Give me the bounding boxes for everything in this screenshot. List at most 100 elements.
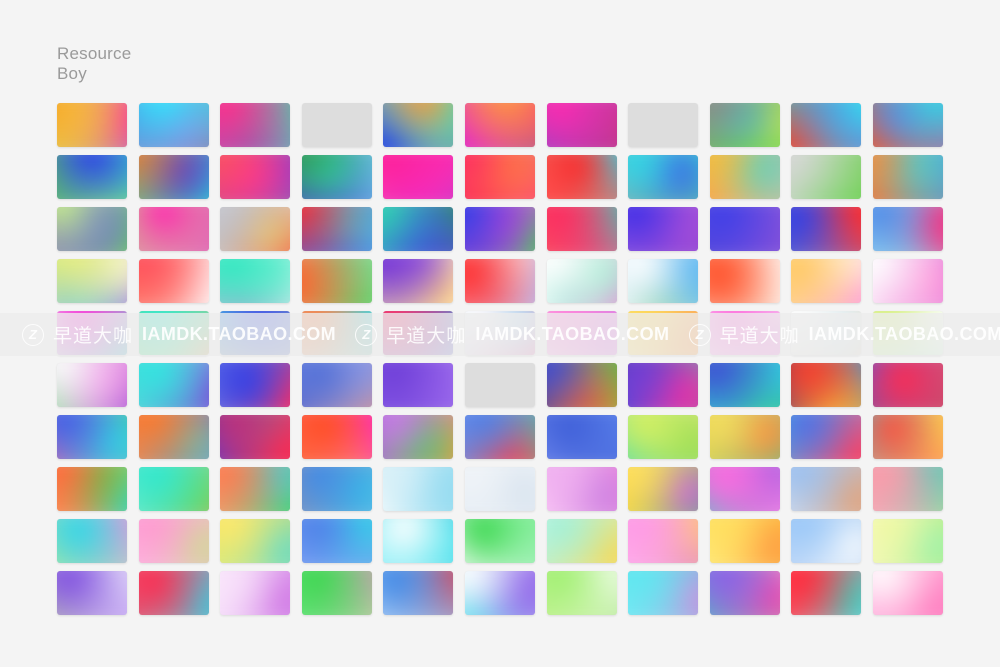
- gradient-swatch[interactable]: [464, 103, 535, 147]
- gradient-swatch[interactable]: [546, 259, 617, 303]
- gradient-swatch[interactable]: [220, 259, 291, 303]
- gradient-swatch[interactable]: [57, 311, 127, 355]
- gradient-swatch[interactable]: [872, 415, 943, 459]
- gradient-swatch[interactable]: [57, 259, 127, 303]
- gradient-swatch[interactable]: [57, 467, 127, 511]
- gradient-swatch[interactable]: [464, 155, 535, 199]
- gradient-swatch[interactable]: [546, 311, 617, 355]
- gradient-swatch[interactable]: [791, 571, 862, 615]
- gradient-swatch[interactable]: [791, 103, 862, 147]
- gradient-swatch[interactable]: [628, 363, 699, 407]
- gradient-swatch[interactable]: [301, 467, 372, 511]
- gradient-swatch[interactable]: [57, 519, 127, 563]
- gradient-swatch[interactable]: [383, 311, 454, 355]
- gradient-swatch[interactable]: [872, 363, 943, 407]
- gradient-swatch[interactable]: [464, 571, 535, 615]
- gradient-swatch[interactable]: [872, 259, 943, 303]
- gradient-swatch[interactable]: [138, 311, 209, 355]
- gradient-swatch[interactable]: [301, 155, 372, 199]
- gradient-swatch[interactable]: [383, 103, 454, 147]
- gradient-swatch[interactable]: [791, 415, 862, 459]
- gradient-swatch[interactable]: [709, 207, 780, 251]
- gradient-swatch[interactable]: [464, 519, 535, 563]
- gradient-swatch[interactable]: [383, 155, 454, 199]
- gradient-swatch[interactable]: [546, 415, 617, 459]
- gradient-swatch[interactable]: [57, 571, 127, 615]
- gradient-swatch[interactable]: [301, 103, 372, 147]
- gradient-swatch[interactable]: [464, 311, 535, 355]
- gradient-swatch[interactable]: [464, 415, 535, 459]
- gradient-swatch[interactable]: [464, 363, 535, 407]
- gradient-swatch[interactable]: [546, 155, 617, 199]
- gradient-swatch[interactable]: [383, 519, 454, 563]
- gradient-swatch[interactable]: [138, 519, 209, 563]
- gradient-swatch[interactable]: [301, 311, 372, 355]
- gradient-swatch[interactable]: [383, 467, 454, 511]
- gradient-swatch[interactable]: [709, 363, 780, 407]
- gradient-swatch[interactable]: [791, 467, 862, 511]
- gradient-swatch[interactable]: [872, 207, 943, 251]
- gradient-swatch[interactable]: [383, 207, 454, 251]
- gradient-swatch[interactable]: [709, 519, 780, 563]
- gradient-swatch[interactable]: [546, 571, 617, 615]
- gradient-swatch[interactable]: [220, 571, 291, 615]
- gradient-swatch[interactable]: [546, 363, 617, 407]
- gradient-swatch[interactable]: [301, 519, 372, 563]
- gradient-swatch[interactable]: [709, 571, 780, 615]
- gradient-swatch[interactable]: [628, 311, 699, 355]
- gradient-swatch[interactable]: [138, 259, 209, 303]
- gradient-swatch[interactable]: [138, 571, 209, 615]
- gradient-swatch[interactable]: [301, 259, 372, 303]
- gradient-swatch[interactable]: [383, 571, 454, 615]
- gradient-swatch[interactable]: [57, 363, 127, 407]
- gradient-swatch[interactable]: [628, 259, 699, 303]
- gradient-swatch[interactable]: [220, 311, 291, 355]
- gradient-swatch[interactable]: [791, 155, 862, 199]
- gradient-swatch[interactable]: [138, 103, 209, 147]
- gradient-swatch[interactable]: [872, 519, 943, 563]
- gradient-swatch[interactable]: [709, 415, 780, 459]
- gradient-swatch[interactable]: [709, 155, 780, 199]
- gradient-swatch[interactable]: [138, 467, 209, 511]
- gradient-swatch[interactable]: [791, 311, 862, 355]
- gradient-swatch[interactable]: [546, 467, 617, 511]
- gradient-swatch[interactable]: [872, 311, 943, 355]
- gradient-swatch[interactable]: [138, 207, 209, 251]
- gradient-swatch[interactable]: [301, 415, 372, 459]
- gradient-swatch[interactable]: [628, 519, 699, 563]
- gradient-swatch[interactable]: [628, 155, 699, 199]
- gradient-swatch[interactable]: [464, 467, 535, 511]
- gradient-swatch[interactable]: [628, 207, 699, 251]
- gradient-swatch[interactable]: [709, 311, 780, 355]
- gradient-swatch[interactable]: [57, 207, 127, 251]
- gradient-swatch[interactable]: [628, 571, 699, 615]
- gradient-swatch[interactable]: [220, 103, 291, 147]
- gradient-swatch[interactable]: [220, 519, 291, 563]
- gradient-swatch[interactable]: [872, 103, 943, 147]
- gradient-swatch[interactable]: [220, 467, 291, 511]
- gradient-swatch[interactable]: [546, 207, 617, 251]
- gradient-swatch[interactable]: [57, 103, 127, 147]
- gradient-swatch[interactable]: [546, 519, 617, 563]
- gradient-swatch[interactable]: [383, 363, 454, 407]
- gradient-swatch[interactable]: [220, 207, 291, 251]
- gradient-swatch[interactable]: [220, 415, 291, 459]
- gradient-swatch[interactable]: [791, 207, 862, 251]
- gradient-swatch[interactable]: [872, 155, 943, 199]
- gradient-swatch[interactable]: [709, 259, 780, 303]
- gradient-swatch[interactable]: [872, 571, 943, 615]
- gradient-swatch[interactable]: [301, 207, 372, 251]
- gradient-swatch[interactable]: [301, 363, 372, 407]
- gradient-swatch[interactable]: [464, 207, 535, 251]
- gradient-swatch[interactable]: [220, 363, 291, 407]
- gradient-swatch[interactable]: [138, 415, 209, 459]
- gradient-swatch[interactable]: [138, 363, 209, 407]
- gradient-swatch[interactable]: [791, 363, 862, 407]
- gradient-swatch[interactable]: [628, 467, 699, 511]
- gradient-swatch[interactable]: [383, 259, 454, 303]
- gradient-swatch[interactable]: [57, 155, 127, 199]
- gradient-swatch[interactable]: [791, 259, 862, 303]
- gradient-swatch[interactable]: [546, 103, 617, 147]
- gradient-swatch[interactable]: [220, 155, 291, 199]
- gradient-swatch[interactable]: [57, 415, 127, 459]
